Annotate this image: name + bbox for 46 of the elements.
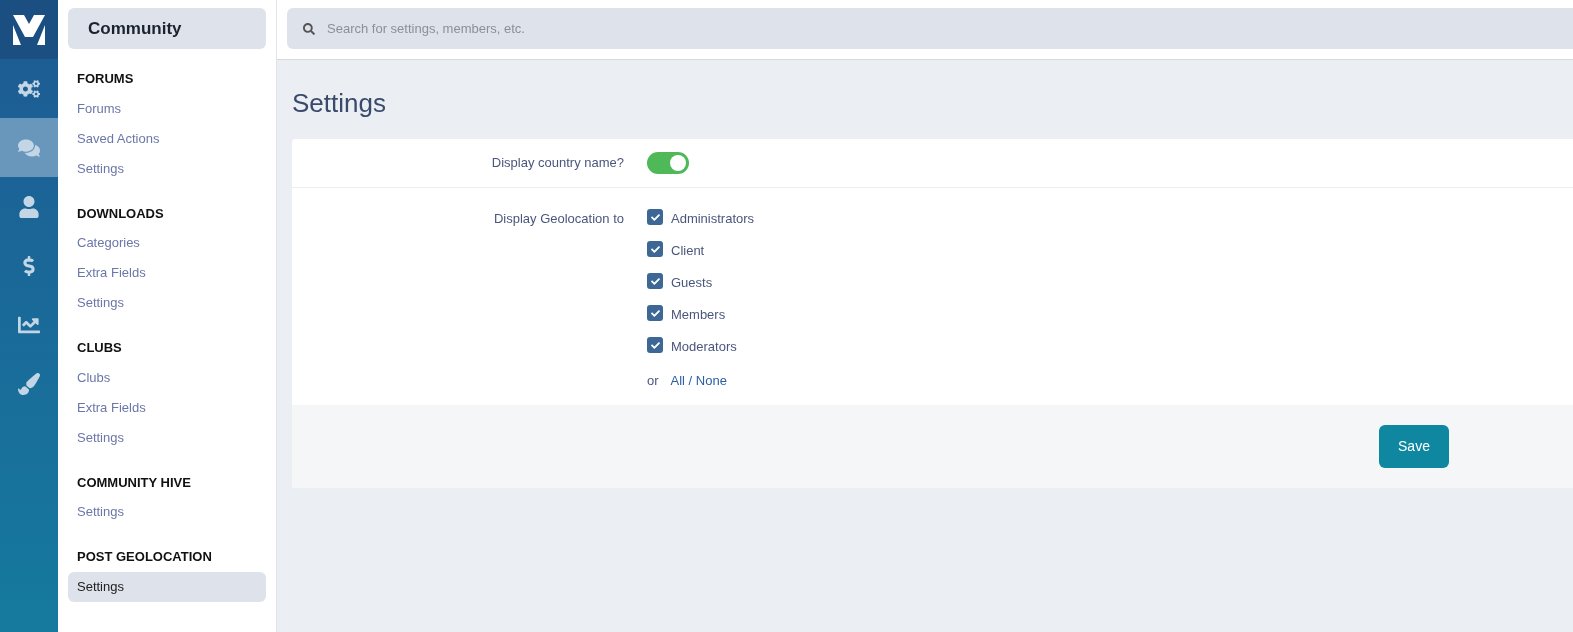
section-heading: COMMUNITY HIVE <box>76 473 192 492</box>
checkbox[interactable] <box>647 305 663 321</box>
user-icon <box>18 195 40 218</box>
checkbox[interactable] <box>647 241 663 257</box>
checkbox[interactable] <box>647 337 663 353</box>
check-icon <box>650 308 660 318</box>
search-field[interactable]: Search for settings, members, etc. <box>287 8 1573 49</box>
gears-icon <box>18 77 40 100</box>
checkbox-label: Members <box>671 306 726 324</box>
paint-brush-icon <box>18 372 40 395</box>
sidebar-item[interactable]: Categories <box>68 228 266 258</box>
check-icon <box>650 276 660 286</box>
field-label: Display Geolocation to <box>492 210 624 228</box>
search-icon <box>303 23 315 35</box>
check-icon <box>650 212 660 222</box>
section-heading: CLUBS <box>76 339 123 357</box>
field-label: Display country name? <box>490 154 624 173</box>
sidebar-item[interactable]: Saved Actions <box>68 123 266 154</box>
sidebar-item[interactable]: Clubs <box>68 362 266 393</box>
sidebar-item[interactable]: Extra Fields <box>68 258 266 288</box>
sidebar-item[interactable]: Settings <box>68 422 266 453</box>
logo-icon <box>13 14 45 45</box>
sidebar-title: Community <box>68 8 266 49</box>
checkbox-label: Guests <box>671 274 713 292</box>
sidebar-item[interactable]: Settings <box>68 153 266 184</box>
all-none-link[interactable]: All / None <box>670 371 727 391</box>
section-heading: DOWNLOADS <box>76 204 165 223</box>
page-title: Settings <box>292 87 387 120</box>
sidebar-item[interactable]: Extra Fields <box>68 392 266 423</box>
section-heading: POST GEOLOCATION <box>76 548 213 566</box>
logo[interactable] <box>0 0 58 59</box>
checkbox[interactable] <box>647 273 663 289</box>
sidebar-item[interactable]: Settings <box>68 497 266 527</box>
checkbox-label: Administrators <box>671 210 755 228</box>
save-button[interactable]: Save <box>1379 425 1449 468</box>
checkbox-label: Client <box>671 242 705 260</box>
toggle-switch[interactable] <box>647 152 689 174</box>
sidebar-item[interactable]: Forums <box>68 93 266 124</box>
check-icon <box>650 340 660 350</box>
sidebar-item[interactable]: Settings <box>68 288 266 318</box>
checkbox[interactable] <box>647 209 663 225</box>
sidebar-item[interactable]: Settings <box>68 571 266 602</box>
checkbox-label: Moderators <box>671 338 737 356</box>
check-icon <box>650 244 660 254</box>
section-heading: FORUMS <box>76 70 135 88</box>
or-text: or <box>647 372 659 391</box>
